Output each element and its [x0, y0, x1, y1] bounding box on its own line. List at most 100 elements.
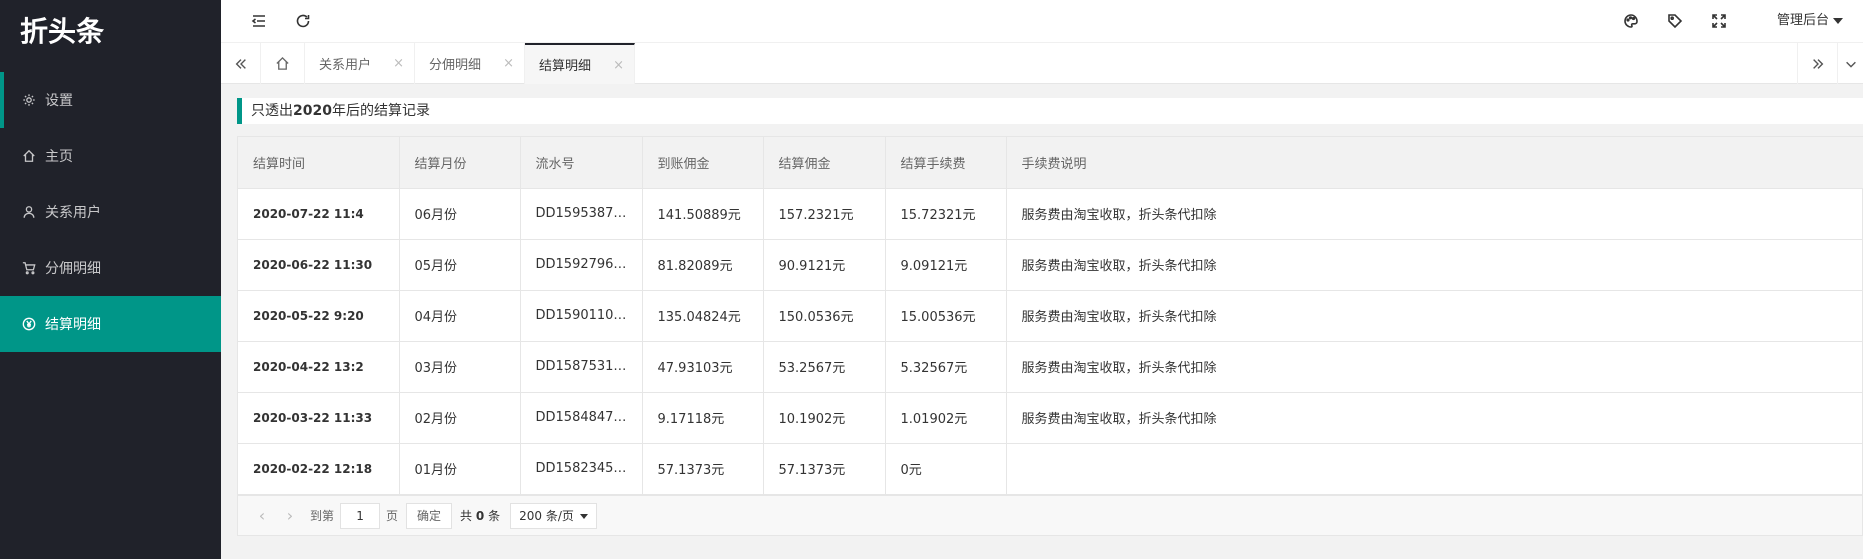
- cell-received-commission: 81.82089元: [642, 239, 764, 291]
- app-root: 折头条 设置 主页 关系用户 分佣明细 结算明细 管理后台 关系用户 × 分佣明…: [0, 0, 1863, 559]
- cell-received-commission: 9.17118元: [642, 392, 764, 444]
- sidebar-nav: 设置 主页 关系用户 分佣明细 结算明细: [0, 72, 221, 352]
- cell-settled-commission: 53.2567元: [763, 341, 886, 393]
- tab-related-users[interactable]: 关系用户 ×: [305, 43, 415, 84]
- tab-close-icon[interactable]: ×: [613, 58, 624, 73]
- table-row[interactable]: 2020-06-22 11:30 05月份 DD15927966... 81.8…: [238, 239, 1863, 291]
- cell-fee: 5.32567元: [885, 341, 1007, 393]
- cell-serial-no: DD15875317...: [520, 341, 643, 393]
- cart-icon: [22, 261, 36, 275]
- sidebar-item-settlement-details[interactable]: 结算明细: [0, 296, 221, 352]
- cell-fee: 1.01902元: [885, 392, 1007, 444]
- cell-fee-note: 服务费由淘宝收取，折头条代扣除: [1006, 290, 1863, 342]
- cell-fee-note: 服务费由淘宝收取，折头条代扣除: [1006, 239, 1863, 291]
- cell-settle-time: 2020-07-22 11:4: [238, 188, 400, 240]
- sidebar: 折头条 设置 主页 关系用户 分佣明细 结算明细: [0, 0, 221, 559]
- yen-icon: [22, 317, 36, 331]
- column-header[interactable]: 结算手续费: [885, 137, 1007, 189]
- sidebar-item-label: 设置: [45, 93, 73, 109]
- theme-palette-icon[interactable]: [1611, 0, 1651, 42]
- confirm-button[interactable]: 确定: [406, 502, 453, 529]
- column-header[interactable]: 结算佣金: [763, 137, 886, 189]
- tab-close-icon[interactable]: ×: [503, 56, 514, 71]
- table-row[interactable]: 2020-07-22 11:4 06月份 DD15953870... 141.5…: [238, 188, 1863, 240]
- column-header[interactable]: 到账佣金: [642, 137, 764, 189]
- cell-settle-time: 2020-06-22 11:30: [238, 239, 400, 291]
- gear-icon: [22, 93, 36, 107]
- prev-page-icon[interactable]: ‹: [248, 506, 276, 525]
- notice-prefix: 只透出: [251, 103, 293, 119]
- admin-menu[interactable]: 管理后台: [1777, 0, 1843, 42]
- settlement-table: 结算时间 结算月份 流水号 到账佣金 结算佣金 结算手续费 手续费说明 2020…: [237, 136, 1863, 496]
- cell-fee-note: [1006, 443, 1863, 495]
- column-header[interactable]: 流水号: [520, 137, 643, 189]
- notice-suffix: 年后的结算记录: [331, 103, 430, 119]
- total-suffix: 条: [488, 509, 501, 523]
- tab-label: 关系用户: [319, 58, 372, 73]
- fullscreen-icon[interactable]: [1699, 0, 1739, 42]
- user-icon: [22, 205, 36, 219]
- table-header-row: 结算时间 结算月份 流水号 到账佣金 结算佣金 结算手续费 手续费说明: [238, 137, 1863, 189]
- column-header[interactable]: 手续费说明: [1006, 137, 1863, 189]
- tab-home-icon[interactable]: [261, 43, 305, 84]
- cell-settle-month: 03月份: [399, 341, 521, 393]
- tab-close-icon[interactable]: ×: [393, 56, 404, 71]
- sidebar-item-home[interactable]: 主页: [0, 128, 221, 184]
- cell-settled-commission: 90.9121元: [763, 239, 886, 291]
- tabs-scroll-left-icon[interactable]: [221, 43, 261, 84]
- cell-received-commission: 57.1373元: [642, 443, 764, 495]
- home-icon: [22, 149, 36, 163]
- tabs-menu-chevron-icon[interactable]: [1837, 43, 1863, 84]
- cell-serial-no: DD15823451...: [520, 443, 643, 495]
- total-prefix: 共: [460, 509, 473, 523]
- cell-serial-no: DD15927966...: [520, 239, 643, 291]
- cell-settle-time: 2020-04-22 13:2: [238, 341, 400, 393]
- sidebar-item-settings[interactable]: 设置: [0, 72, 221, 128]
- cell-fee-note: 服务费由淘宝收取，折头条代扣除: [1006, 392, 1863, 444]
- sidebar-item-label: 分佣明细: [45, 261, 101, 277]
- main-content: 只透出2020年后的结算记录 结算时间 结算月份 流水号 到账佣金 结算佣金 结…: [235, 84, 1863, 559]
- next-page-icon[interactable]: ›: [276, 506, 304, 525]
- tab-commission-details[interactable]: 分佣明细 ×: [415, 43, 525, 84]
- cell-received-commission: 47.93103元: [642, 341, 764, 393]
- pagination: ‹ › 到第 页 确定 共 0 条 200 条/页: [237, 496, 1863, 536]
- cell-settled-commission: 150.0536元: [763, 290, 886, 342]
- cell-settle-month: 05月份: [399, 239, 521, 291]
- table-row[interactable]: 2020-05-22 9:20 04月份 DD15901104... 135.0…: [238, 290, 1863, 342]
- refresh-icon[interactable]: [283, 0, 323, 42]
- cell-fee: 0元: [885, 443, 1007, 495]
- menu-fold-icon[interactable]: [239, 0, 279, 42]
- page-size-select[interactable]: 200 条/页: [510, 502, 597, 529]
- admin-menu-label: 管理后台: [1776, 13, 1829, 28]
- sidebar-item-commission-details[interactable]: 分佣明细: [0, 240, 221, 296]
- cell-settle-time: 2020-05-22 9:20: [238, 290, 400, 342]
- cell-received-commission: 141.50889元: [642, 188, 764, 240]
- cell-settle-month: 04月份: [399, 290, 521, 342]
- cell-settled-commission: 157.2321元: [763, 188, 886, 240]
- notice-banner: 只透出2020年后的结算记录: [237, 98, 1863, 124]
- column-header[interactable]: 结算时间: [238, 137, 400, 189]
- sidebar-item-related-users[interactable]: 关系用户: [0, 184, 221, 240]
- cell-settle-month: 02月份: [399, 392, 521, 444]
- notice-year: 2020: [293, 103, 332, 119]
- cell-fee-note: 服务费由淘宝收取，折头条代扣除: [1006, 188, 1863, 240]
- cell-received-commission: 135.04824元: [642, 290, 764, 342]
- cell-settled-commission: 10.1902元: [763, 392, 886, 444]
- tab-label: 结算明细: [539, 59, 592, 74]
- column-header[interactable]: 结算月份: [399, 137, 521, 189]
- total-count: 共 0 条: [460, 507, 500, 524]
- cell-settled-commission: 57.1373元: [763, 443, 886, 495]
- app-logo: 折头条: [20, 15, 105, 48]
- tag-icon[interactable]: [1655, 0, 1695, 42]
- table-row[interactable]: 2020-03-22 11:33 02月份 DD15848479... 9.17…: [238, 392, 1863, 444]
- tab-settlement-details[interactable]: 结算明细 ×: [525, 43, 635, 84]
- cell-fee-note: 服务费由淘宝收取，折头条代扣除: [1006, 341, 1863, 393]
- table-row[interactable]: 2020-04-22 13:2 03月份 DD15875317... 47.93…: [238, 341, 1863, 393]
- cell-serial-no: DD15848479...: [520, 392, 643, 444]
- cell-settle-time: 2020-03-22 11:33: [238, 392, 400, 444]
- page-number-input[interactable]: [340, 502, 381, 529]
- tabs-scroll-right-icon[interactable]: [1797, 43, 1837, 84]
- table-row[interactable]: 2020-02-22 12:18 01月份 DD15823451... 57.1…: [238, 443, 1863, 495]
- page-unit-label: 页: [386, 509, 399, 523]
- cell-settle-month: 06月份: [399, 188, 521, 240]
